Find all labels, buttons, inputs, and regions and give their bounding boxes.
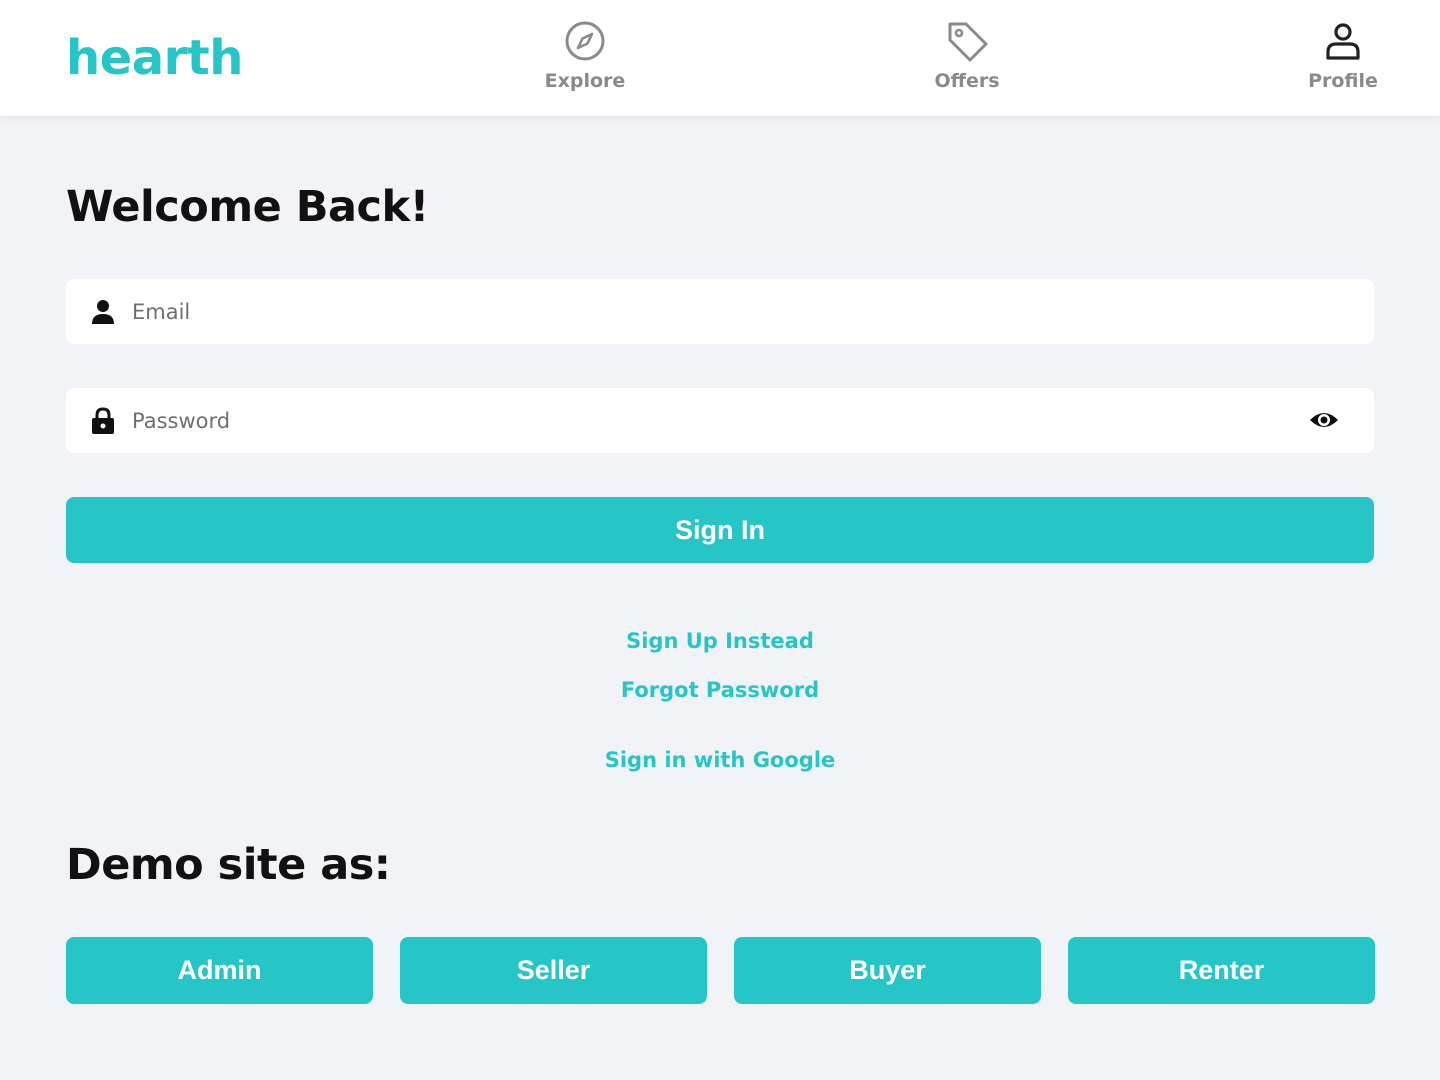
email-field-container bbox=[66, 279, 1374, 344]
hearth-logo[interactable]: hearth bbox=[66, 30, 243, 86]
demo-renter-button[interactable]: Renter bbox=[1068, 937, 1375, 1004]
nav-offers[interactable]: Offers bbox=[897, 18, 1037, 100]
forgot-password-link-row: Forgot Password bbox=[0, 678, 1440, 702]
password-input[interactable] bbox=[132, 388, 1312, 453]
google-sign-in-link[interactable]: Sign in with Google bbox=[605, 748, 836, 772]
person-icon bbox=[92, 300, 114, 324]
lock-icon bbox=[92, 407, 114, 434]
page-title: Welcome Back! bbox=[66, 182, 429, 232]
demo-admin-button[interactable]: Admin bbox=[66, 937, 373, 1004]
demo-buyer-button[interactable]: Buyer bbox=[734, 937, 1041, 1004]
nav-explore-label: Explore bbox=[544, 70, 626, 92]
google-sign-in-link-row: Sign in with Google bbox=[0, 748, 1440, 772]
compass-icon bbox=[565, 21, 605, 61]
email-input[interactable] bbox=[132, 279, 1312, 344]
tag-icon bbox=[948, 22, 988, 62]
nav-offers-label: Offers bbox=[934, 70, 1000, 92]
sign-in-button[interactable]: Sign In bbox=[66, 497, 1374, 563]
nav-profile[interactable]: Profile bbox=[1273, 18, 1413, 100]
forgot-password-link[interactable]: Forgot Password bbox=[621, 678, 819, 702]
nav-profile-label: Profile bbox=[1308, 70, 1378, 92]
top-navbar: hearth Explore Offers Profile bbox=[0, 0, 1440, 116]
nav-explore[interactable]: Explore bbox=[515, 18, 655, 100]
sign-up-link-row: Sign Up Instead bbox=[0, 629, 1440, 653]
eye-icon[interactable] bbox=[1308, 408, 1340, 432]
demo-seller-button[interactable]: Seller bbox=[400, 937, 707, 1004]
password-field-container bbox=[66, 388, 1374, 453]
user-icon bbox=[1326, 23, 1360, 60]
sign-up-link[interactable]: Sign Up Instead bbox=[626, 629, 814, 653]
demo-section-title: Demo site as: bbox=[66, 840, 391, 890]
